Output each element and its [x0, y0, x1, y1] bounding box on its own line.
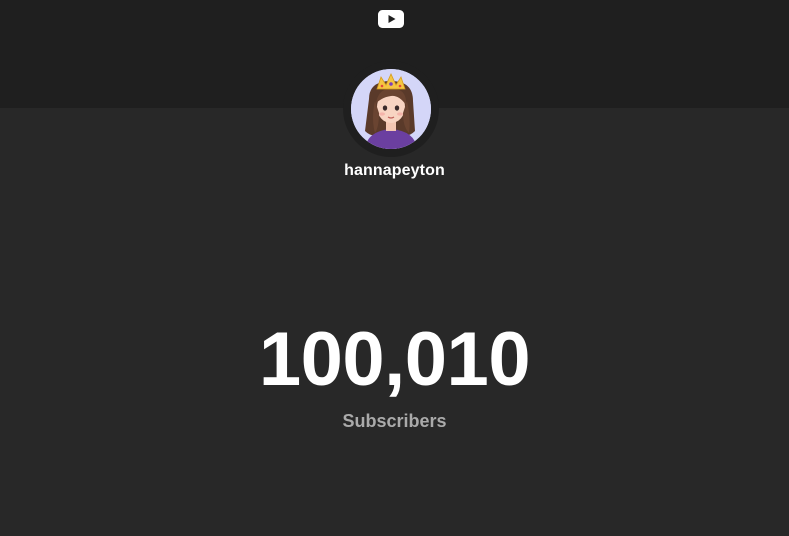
channel-avatar[interactable]: [351, 69, 431, 149]
subscriber-counter-page: hannapeyton 100,010 Subscribers: [0, 0, 789, 536]
youtube-play-icon[interactable]: [378, 10, 404, 28]
subscriber-label: Subscribers: [342, 411, 447, 431]
subscriber-count: 100,010: [258, 317, 531, 402]
avatar-illustration: [351, 69, 431, 149]
channel-name[interactable]: hannapeyton: [0, 162, 789, 180]
